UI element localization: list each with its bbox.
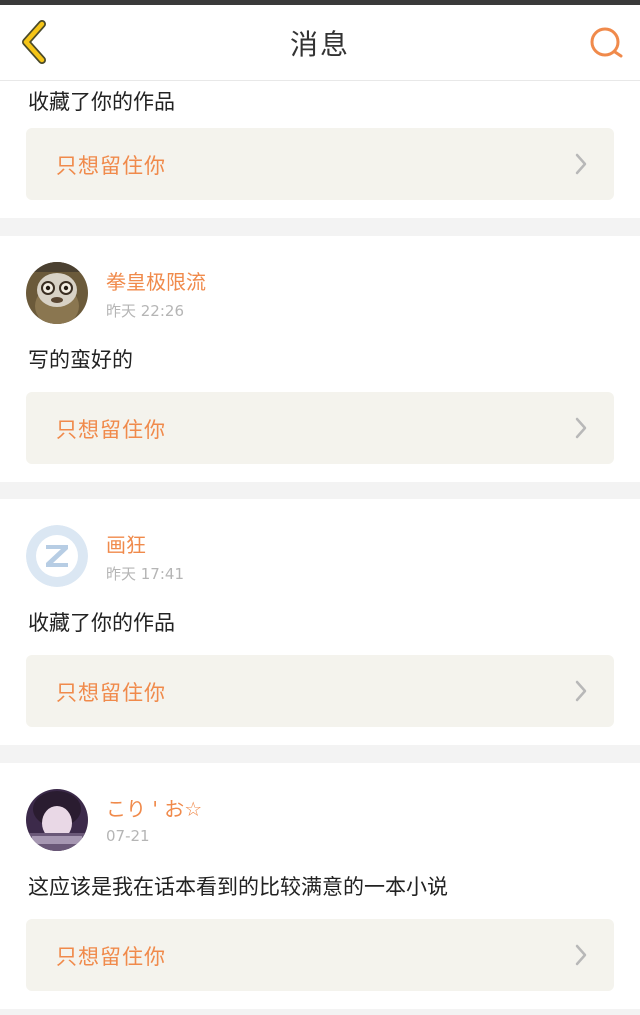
message-text: 写的蛮好的: [28, 348, 133, 372]
work-link[interactable]: 只想留住你: [26, 919, 614, 991]
work-title: 只想留住你: [56, 154, 166, 178]
message-item: 画狂 昨天 17:41 收藏了你的作品 只想留住你: [0, 499, 640, 745]
search-button[interactable]: [586, 23, 626, 63]
message-time: 昨天 22:26: [106, 302, 184, 320]
work-link[interactable]: 只想留住你: [26, 128, 614, 200]
avatar-image: [26, 789, 88, 851]
user-name[interactable]: 拳皇极限流: [106, 266, 206, 295]
chevron-right-icon: [575, 944, 587, 966]
message-item: 拳皇极限流 昨天 22:26 写的蛮好的 只想留住你: [0, 236, 640, 482]
message-time: 07-21: [106, 827, 150, 845]
work-link[interactable]: 只想留住你: [26, 392, 614, 464]
default-avatar-icon: [26, 525, 88, 587]
chevron-right-icon: [575, 680, 587, 702]
work-title: 只想留住你: [56, 945, 166, 969]
avatar[interactable]: [26, 262, 88, 324]
message-text: 收藏了你的作品: [28, 90, 175, 114]
search-icon: [590, 27, 623, 58]
top-nav-bar: 消息: [0, 5, 640, 81]
user-name[interactable]: こり ' お☆: [106, 793, 202, 822]
avatar[interactable]: [26, 525, 88, 587]
message-text: 收藏了你的作品: [28, 611, 175, 635]
user-name[interactable]: 画狂: [106, 529, 146, 558]
work-title: 只想留住你: [56, 681, 166, 705]
work-title: 只想留住你: [56, 418, 166, 442]
page-title: 消息: [289, 27, 350, 61]
back-button[interactable]: [14, 19, 54, 65]
message-time: 昨天 17:41: [106, 565, 184, 583]
avatar-image: [26, 262, 88, 324]
message-item: こり ' お☆ 07-21 这应该是我在话本看到的比较满意的一本小说 只想留住你: [0, 763, 640, 1009]
work-link[interactable]: 只想留住你: [26, 655, 614, 727]
chevron-left-icon: [22, 20, 46, 64]
avatar[interactable]: [26, 789, 88, 851]
chevron-right-icon: [575, 153, 587, 175]
message-text: 这应该是我在话本看到的比较满意的一本小说: [28, 875, 448, 899]
message-item: 收藏了你的作品 只想留住你: [0, 80, 640, 218]
chevron-right-icon: [575, 417, 587, 439]
